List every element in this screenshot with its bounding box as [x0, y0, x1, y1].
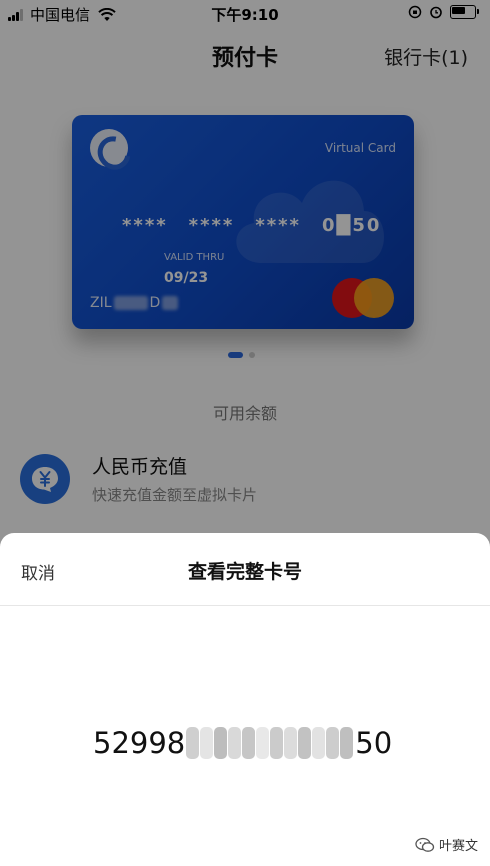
author-watermark: 叶赛文 [415, 835, 478, 854]
wechat-icon [415, 837, 435, 852]
redacted-mosaic [186, 727, 354, 759]
full-card-number: 52998 50 [93, 726, 392, 760]
card-number-visible-start: 52998 [93, 726, 186, 760]
sheet-title: 查看完整卡号 [187, 561, 302, 583]
sheet-divider [0, 605, 490, 606]
card-number-visible-end: 50 [355, 726, 393, 760]
full-card-number-sheet: 取消 查看完整卡号 52998 50 叶赛文 [0, 533, 490, 866]
watermark-text: 叶赛文 [438, 839, 478, 854]
